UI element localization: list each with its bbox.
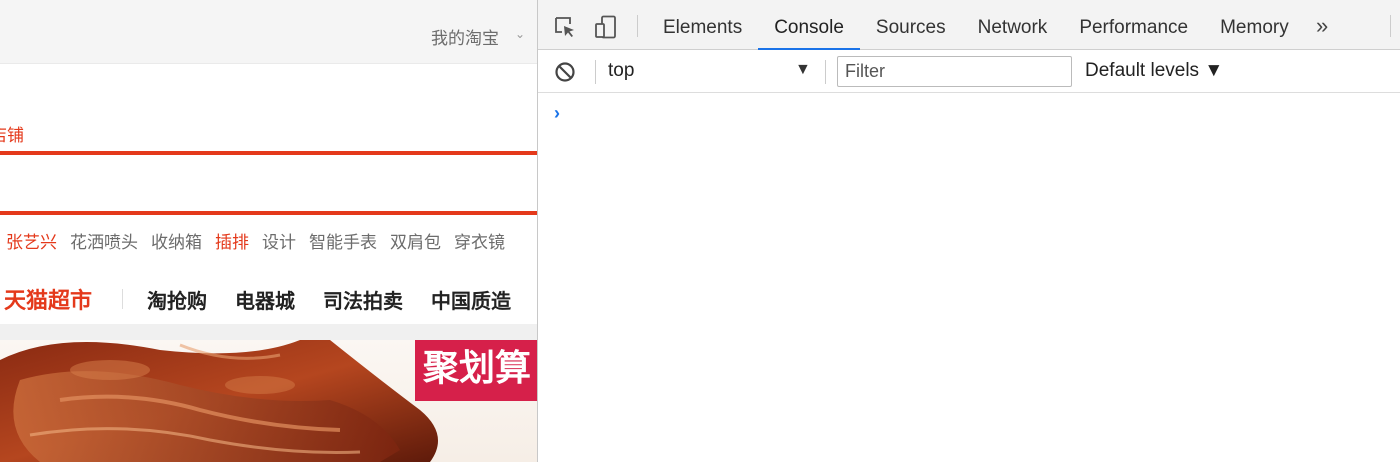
tab-console[interactable]: Console [758, 0, 860, 50]
hot-word-link[interactable]: 智能手表 [309, 228, 377, 253]
hot-word-link[interactable]: 收纳箱 [151, 228, 202, 253]
channel-item[interactable]: 电器城 [235, 285, 295, 314]
chevron-down-icon[interactable]: ⌄ [515, 27, 525, 41]
tab-memory[interactable]: Memory [1204, 0, 1305, 50]
console-toolbar: top ▼ Default levels ▼ [538, 50, 1400, 93]
channel-divider [122, 289, 124, 309]
tab-elements[interactable]: Elements [647, 0, 758, 50]
more-tabs-icon[interactable]: » [1316, 13, 1328, 39]
channel-item[interactable]: 淘抢购 [147, 285, 207, 314]
hot-word-link[interactable]: 双肩包 [390, 228, 441, 253]
promo-banner[interactable]: 聚划算 [0, 340, 537, 462]
console-bar-divider [595, 60, 596, 84]
channel-item[interactable]: 中国质造 [431, 285, 511, 314]
hot-search-words: 张艺兴 花洒喷头 收纳箱 插排 设计 智能手表 双肩包 穿衣镜 [6, 228, 505, 253]
console-bar-divider [825, 60, 826, 84]
device-toggle-icon[interactable] [594, 15, 618, 39]
channel-nav: 天猫超市 淘抢购 电器城 司法拍卖 中国质造 [4, 283, 537, 315]
tab-performance[interactable]: Performance [1063, 0, 1204, 50]
dropdown-arrow-icon[interactable]: ▼ [795, 61, 811, 79]
toolbar-divider [1390, 15, 1391, 37]
my-taobao-link[interactable]: 我的淘宝 [431, 24, 499, 49]
hot-word-link[interactable]: 张艺兴 [6, 228, 57, 253]
juhuasuan-badge[interactable]: 聚划算 [415, 340, 537, 401]
channel-item[interactable]: 司法拍卖 [323, 285, 403, 314]
devtools-panel: Elements Console Sources Network Perform… [537, 0, 1400, 462]
toolbar-divider [637, 15, 638, 37]
webpage-viewport: 我的淘宝 ⌄ 店铺 张艺兴花洒喷头收纳箱插排设计智能手表双肩包穿衣镜 天猫超市 … [0, 0, 537, 462]
devtools-toolbar: Elements Console Sources Network Perform… [538, 0, 1400, 50]
inspect-element-icon[interactable] [553, 15, 577, 39]
hot-word-link[interactable]: 插排 [215, 228, 249, 253]
search-box[interactable] [0, 151, 537, 215]
section-divider [0, 324, 537, 340]
devtools-tabs: Elements Console Sources Network Perform… [647, 0, 1305, 50]
hot-word-link[interactable]: 花洒喷头 [70, 228, 138, 253]
hot-word-link[interactable]: 设计 [262, 228, 296, 253]
tab-network[interactable]: Network [962, 0, 1064, 50]
log-levels-dropdown[interactable]: Default levels ▼ [1085, 60, 1223, 82]
site-top-bar: 我的淘宝 ⌄ [0, 0, 537, 64]
context-selector[interactable]: top [608, 60, 634, 82]
search-tab-shop[interactable]: 店铺 [0, 121, 24, 146]
channel-tmall-supermarket[interactable]: 天猫超市 [4, 283, 92, 315]
filter-input[interactable] [837, 56, 1072, 87]
console-prompt-icon[interactable]: › [554, 103, 560, 124]
hot-word-link[interactable]: 穿衣镜 [454, 228, 505, 253]
clear-console-icon[interactable] [554, 61, 576, 83]
tab-sources[interactable]: Sources [860, 0, 962, 50]
